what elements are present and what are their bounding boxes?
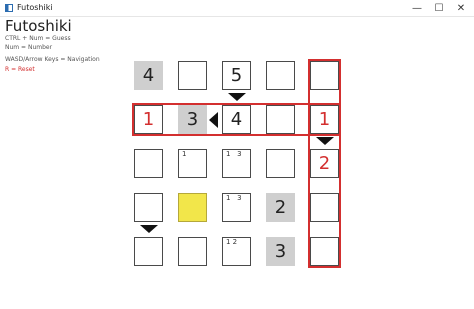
board-cell[interactable] [266, 61, 295, 90]
greater-than-down-icon [227, 93, 246, 101]
board-cell[interactable] [134, 237, 163, 266]
less-than-left-icon [209, 111, 218, 128]
board-cell[interactable]: 1 3 [222, 193, 251, 222]
board-cell[interactable]: 1 3 [222, 149, 251, 178]
minimize-button[interactable]: — [406, 0, 428, 16]
help-navigation: WASD/Arrow Keys = Navigation [5, 56, 100, 63]
board-cell[interactable]: 3 [266, 237, 295, 266]
cell-notes: 1 [182, 150, 187, 158]
board-cell[interactable]: 2 [266, 193, 295, 222]
board-cell[interactable]: 1 2 [222, 237, 251, 266]
cell-value: 5 [230, 65, 243, 86]
greater-than-down-icon [315, 137, 334, 145]
window-title: Futoshiki [17, 3, 53, 12]
cell-notes: 1 3 [226, 150, 242, 158]
help-reset: R = Reset [5, 66, 35, 73]
board-cell[interactable] [178, 237, 207, 266]
maximize-button[interactable]: ☐ [428, 0, 450, 16]
board-cell[interactable] [134, 193, 163, 222]
board-cell[interactable]: 1 [178, 149, 207, 178]
title-bar: Futoshiki — ☐ ✕ [0, 0, 474, 17]
board-cell[interactable] [178, 61, 207, 90]
cell-notes: 1 2 [226, 238, 238, 246]
cell-value: 4 [142, 65, 155, 86]
board-cell[interactable] [266, 149, 295, 178]
board-cell[interactable]: 5 [222, 61, 251, 90]
close-button[interactable]: ✕ [450, 0, 472, 16]
app-icon [5, 4, 13, 12]
board-cell[interactable] [134, 149, 163, 178]
column-error-highlight [308, 59, 341, 268]
cell-value: 2 [274, 197, 287, 218]
board-cell[interactable]: 4 [134, 61, 163, 90]
help-number: Num = Number [5, 44, 53, 51]
cell-notes: 1 3 [226, 194, 242, 202]
board-cell[interactable] [178, 193, 207, 222]
cell-value: 3 [274, 241, 287, 262]
help-guess: CTRL + Num = Guess [5, 35, 71, 42]
greater-than-down-icon [139, 225, 158, 233]
game-title: Futoshiki [5, 17, 72, 35]
